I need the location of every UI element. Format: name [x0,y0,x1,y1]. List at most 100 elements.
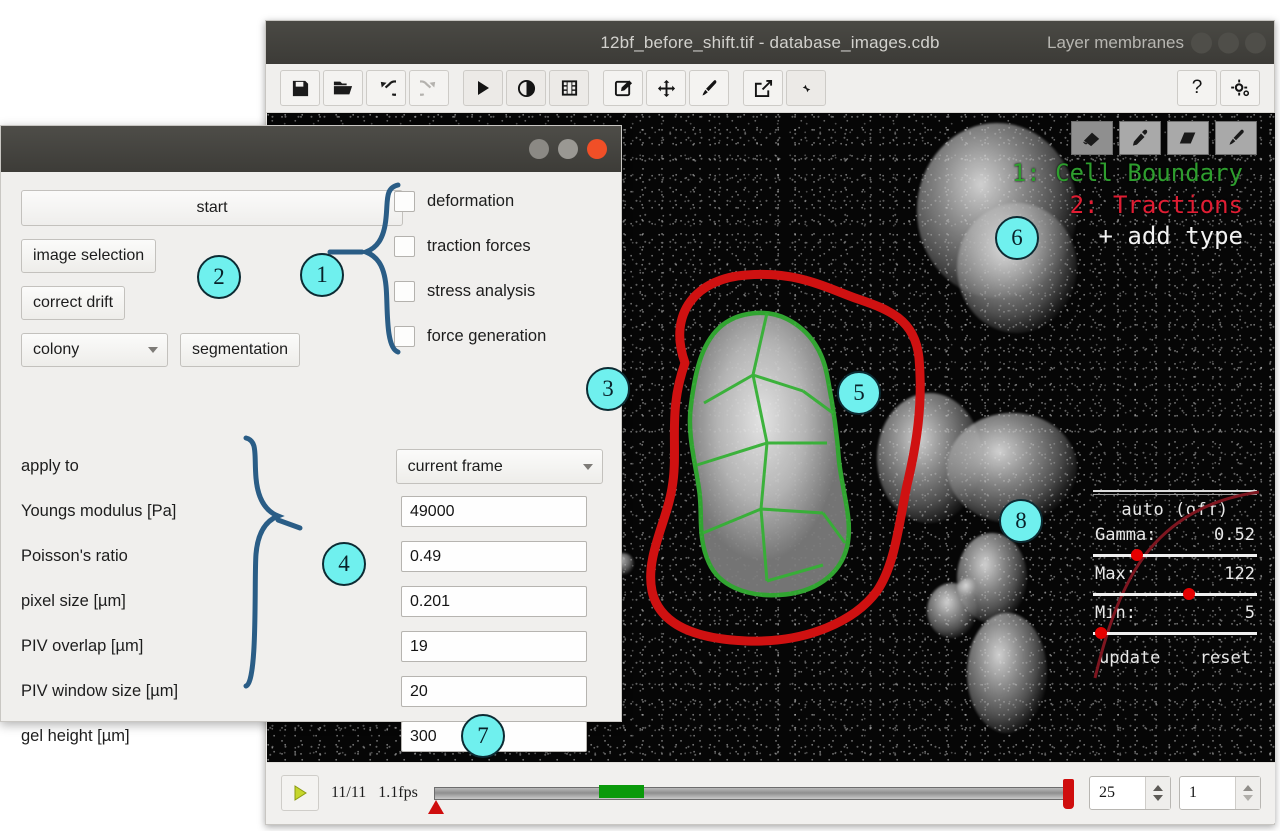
timeline-slider[interactable] [434,773,1069,813]
color-picker-icon[interactable] [1119,121,1161,155]
checkbox-row-traction-forces[interactable]: traction forces [394,233,546,259]
chevron-down-icon [1153,795,1163,801]
checkbox-deformation[interactable] [394,191,415,212]
checkbox-row-force-generation[interactable]: force generation [394,323,546,349]
gear-icon[interactable] [1220,70,1260,106]
help-icon[interactable]: ? [1177,70,1217,106]
badge-number: 7 [477,723,489,749]
gamma-slider-track [1093,554,1257,557]
playback-bar: 11/11 1.1fps 25 1 [267,762,1275,823]
gamma-slider-knob[interactable] [1131,549,1143,561]
contrast-gamma-panel: auto (off) Gamma: 0.52 Max: 122 [1093,488,1257,668]
max-slider-knob[interactable] [1183,588,1195,600]
piv-window-size-input[interactable]: 20 [401,676,587,707]
analysis-checkbox-group: deformation traction forces stress analy… [394,188,546,368]
paint-brush-icon[interactable] [1215,121,1257,155]
export-icon[interactable] [743,70,783,106]
pixel-size-input[interactable]: 0.201 [401,586,587,617]
mask-brush-icon[interactable] [689,70,729,106]
annotation-icon[interactable] [603,70,643,106]
dialog-body: start image selection correct drift colo… [1,172,621,190]
undo-icon[interactable] [366,70,406,106]
collapse-icon[interactable] [786,70,826,106]
layer-label: Cell Boundary [1055,159,1243,187]
apply-to-label: apply to [21,457,396,476]
help-label: ? [1192,77,1203,99]
annotation-badge-2: 2 [197,255,241,299]
step-spinbox-arrows[interactable] [1235,777,1260,809]
add-type-button[interactable]: + add type [1012,221,1243,253]
step-spinbox[interactable]: 1 [1179,776,1261,810]
update-button[interactable]: update [1099,648,1160,668]
panel-divider [1093,490,1257,492]
timeline-track[interactable] [434,787,1069,800]
maximize-button[interactable] [1218,32,1239,53]
screenshot-root: 12bf_before_shift.tif - database_images.… [0,0,1280,831]
film-icon[interactable] [549,70,589,106]
dialog-minimize-button[interactable] [529,139,549,159]
dialog-close-button[interactable] [587,139,607,159]
gamma-slider[interactable] [1093,548,1257,561]
timeline-start-marker[interactable] [428,800,444,814]
chevron-up-icon [1243,785,1253,791]
frame-spinbox[interactable]: 25 [1089,776,1171,810]
layer-item-cell-boundary[interactable]: 1: Cell Boundary [1012,158,1243,190]
tfm-settings-dialog: start image selection correct drift colo… [0,125,622,722]
dialog-maximize-button[interactable] [558,139,578,159]
contrast-icon[interactable] [506,70,546,106]
checkbox-traction-forces[interactable] [394,236,415,257]
min-row: Min: 5 [1093,602,1257,623]
main-title-bar: 12bf_before_shift.tif - database_images.… [266,21,1274,64]
layer-item-tractions[interactable]: 2: Tractions [1012,190,1243,222]
minimize-button[interactable] [1191,32,1212,53]
frame-spinbox-value[interactable]: 25 [1090,777,1145,809]
reset-button[interactable]: reset [1200,648,1251,668]
parameter-list: apply to current frame Youngs modulus [P… [21,444,603,759]
play-icon[interactable] [463,70,503,106]
redo-icon[interactable] [409,70,449,106]
youngs-modulus-input[interactable]: 49000 [401,496,587,527]
checkbox-row-deformation[interactable]: deformation [394,188,546,214]
save-icon[interactable] [280,70,320,106]
timeline-current-marker[interactable] [1063,779,1074,809]
piv-overlap-input[interactable]: 19 [401,631,587,662]
close-button[interactable] [1245,32,1266,53]
checkbox-stress-analysis[interactable] [394,281,415,302]
layer-index: 2: [1070,191,1099,219]
play-button[interactable] [281,775,319,811]
move-icon[interactable] [646,70,686,106]
min-slider-knob[interactable] [1095,627,1107,639]
badge-number: 4 [338,551,350,577]
start-button[interactable]: start [21,190,403,226]
chevron-up-icon [1153,785,1163,791]
correct-drift-button[interactable]: correct drift [21,286,125,320]
segmentation-button[interactable]: segmentation [180,333,300,367]
gamma-label: Gamma: [1095,525,1156,545]
image-selection-button[interactable]: image selection [21,239,156,273]
min-slider-track [1093,632,1257,635]
badge-number: 2 [213,264,225,290]
max-slider[interactable] [1093,587,1257,600]
param-row-piv-overlap: PIV overlap [µm] 19 [21,624,603,669]
eraser-icon[interactable] [1167,121,1209,155]
mode-select[interactable]: colony [21,333,168,367]
param-row-youngs-modulus: Youngs modulus [Pa] 49000 [21,489,603,534]
min-label: Min: [1095,603,1136,623]
open-folder-icon[interactable] [323,70,363,106]
window-title: 12bf_before_shift.tif - database_images.… [600,33,939,53]
annotation-badge-8: 8 [999,499,1043,543]
max-slider-track [1093,593,1257,596]
step-spinbox-value[interactable]: 1 [1180,777,1235,809]
auto-contrast-toggle[interactable]: auto (off) [1093,497,1257,524]
min-slider[interactable] [1093,626,1257,639]
poissons-ratio-input[interactable]: 0.49 [401,541,587,572]
param-label: gel height [µm] [21,727,401,746]
mask-fill-icon[interactable] [1071,121,1113,155]
annotation-badge-7: 7 [461,714,505,758]
frame-spinbox-arrows[interactable] [1145,777,1170,809]
chevron-down-icon [148,347,158,353]
checkbox-row-stress-analysis[interactable]: stress analysis [394,278,546,304]
apply-to-select[interactable]: current frame [396,449,603,484]
checkbox-force-generation[interactable] [394,326,415,347]
param-row-pixel-size: pixel size [µm] 0.201 [21,579,603,624]
